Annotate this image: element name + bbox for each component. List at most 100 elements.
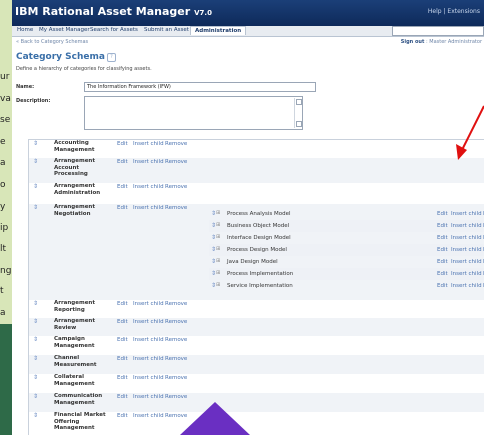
description-field[interactable] (84, 96, 303, 130)
child-row: ⇕ ⊞ Service Implementation Edit Insert c… (209, 280, 484, 292)
edit-link[interactable]: Edit (437, 235, 448, 241)
move-arrows-icon[interactable]: ⇕ (33, 301, 39, 307)
remove-link[interactable]: Remove (165, 141, 187, 147)
child-label: Process Implementation (227, 271, 294, 277)
move-arrows-icon[interactable]: ⇕ (33, 159, 39, 165)
move-arrows-icon[interactable]: ⇕ (33, 375, 39, 381)
table-row: ⇕ Campaign Management Edit Insert child … (29, 336, 484, 355)
insert-child-link[interactable]: Insert child (133, 394, 164, 400)
child-label: Service Implementation (227, 283, 293, 289)
table-row: ⇕ Arrangement Review Edit Insert child R… (29, 318, 484, 336)
page-description: Define a hierarchy of categories for cla… (16, 66, 152, 72)
slide-text-fragment: va (0, 94, 11, 104)
insert-child-link[interactable]: Insert child (451, 283, 482, 289)
edit-link[interactable]: Edit (437, 223, 448, 229)
tab-my-asset-manager[interactable]: My Asset Manager (39, 27, 90, 33)
slide-text-fragment: t (0, 286, 4, 296)
help-link[interactable]: Help | Extensions (428, 8, 480, 15)
tab-search-for-assets[interactable]: Search for Assets (90, 27, 138, 33)
slide-text-fragment: a (0, 158, 6, 168)
edit-link[interactable]: Edit (117, 356, 128, 362)
back-to-category-schemas-link[interactable]: « Back to Category Schemas (16, 39, 88, 45)
remove-link[interactable]: Remove (165, 319, 187, 325)
move-arrows-icon[interactable]: ⇕ (33, 319, 39, 325)
edit-link[interactable]: Edit (117, 159, 128, 165)
slide-text-fragment: ip (0, 223, 9, 233)
move-arrows-icon[interactable]: ⇕ (33, 394, 39, 400)
table-row: ⇕ Collateral Management Edit Insert chil… (29, 374, 484, 393)
category-label: Collateral Management (54, 374, 95, 387)
tab-home[interactable]: Home (17, 27, 33, 33)
child-row: ⇕ ⊞ Java Design Model Edit Insert child … (209, 256, 484, 268)
move-arrows-icon[interactable]: ⇕ (33, 205, 39, 211)
move-arrows-icon[interactable]: ⇕ (33, 356, 39, 362)
tree-node-icon: ⊞ (216, 282, 221, 288)
edit-link[interactable]: Edit (117, 375, 128, 381)
insert-child-link[interactable]: Insert child (133, 301, 164, 307)
app-title: IBM Rational Asset Manager V7.0 (15, 5, 212, 18)
table-row: ⇕ Arrangement Account Processing Edit In… (29, 158, 484, 183)
edit-link[interactable]: Edit (117, 301, 128, 307)
edit-link[interactable]: Edit (117, 184, 128, 190)
edit-link[interactable]: Edit (117, 205, 128, 211)
insert-child-link[interactable]: Insert child (133, 159, 164, 165)
insert-child-link[interactable]: Insert child (451, 247, 482, 253)
sign-out-link[interactable]: Sign out (401, 39, 425, 45)
remove-link[interactable]: Remove (165, 394, 187, 400)
category-label: Channel Measurement (54, 355, 97, 368)
move-arrows-icon[interactable]: ⇕ (33, 413, 39, 419)
description-scrollbar[interactable] (294, 98, 302, 128)
category-label: Arrangement Administration (54, 183, 101, 196)
slide-text-fragment: a (0, 308, 6, 318)
remove-link[interactable]: Remove (165, 301, 187, 307)
insert-child-link[interactable]: Insert child (133, 184, 164, 190)
search-input[interactable] (392, 26, 484, 36)
sign-out-area: Sign out : Master Administrator (400, 39, 482, 45)
remove-link[interactable]: Remove (165, 337, 187, 343)
child-row: ⇕ ⊞ Process Analysis Model Edit Insert c… (209, 208, 484, 220)
tab-submit-an-asset[interactable]: Submit an Asset (144, 27, 189, 33)
insert-child-link[interactable]: Insert child (451, 223, 482, 229)
insert-child-link[interactable]: Insert child (133, 141, 164, 147)
page-title: Category Schema? (16, 52, 116, 62)
insert-child-link[interactable]: Insert child (133, 375, 164, 381)
insert-child-link[interactable]: Insert child (133, 356, 164, 362)
table-row: ⇕ Arrangement Reporting Edit Insert chil… (29, 300, 484, 318)
edit-link[interactable]: Edit (437, 271, 448, 277)
remove-link[interactable]: Remove (165, 356, 187, 362)
insert-child-link[interactable]: Insert child (133, 337, 164, 343)
main-nav: Home My Asset Manager Search for Assets … (12, 26, 484, 37)
edit-link[interactable]: Edit (437, 283, 448, 289)
remove-link[interactable]: Remove (165, 375, 187, 381)
edit-link[interactable]: Edit (117, 394, 128, 400)
remove-link[interactable]: Remove (165, 159, 187, 165)
tab-administration[interactable]: Administration (190, 26, 247, 35)
move-arrows-icon[interactable]: ⇕ (33, 337, 39, 343)
remove-link[interactable]: Remove (165, 184, 187, 190)
edit-link[interactable]: Edit (437, 211, 448, 217)
edit-link[interactable]: Edit (117, 337, 128, 343)
category-table: ⇕ Accounting Management Edit Insert chil… (28, 139, 484, 435)
help-icon[interactable]: ? (106, 53, 116, 62)
move-arrows-icon[interactable]: ⇕ (33, 184, 39, 190)
insert-child-link[interactable]: Insert child (133, 319, 164, 325)
insert-child-link[interactable]: Insert child (133, 205, 164, 211)
insert-child-link[interactable]: Insert child (451, 211, 482, 217)
edit-link[interactable]: Edit (117, 319, 128, 325)
child-row: ⇕ ⊞ Interface Design Model Edit Insert c… (209, 232, 484, 244)
edit-link[interactable]: Edit (117, 413, 128, 419)
name-field[interactable]: The Information Framework (IFW) (84, 82, 316, 92)
category-label: Accounting Management (54, 140, 95, 153)
insert-child-link[interactable]: Insert child (133, 413, 164, 419)
insert-child-link[interactable]: Insert child (451, 235, 482, 241)
edit-link[interactable]: Edit (437, 259, 448, 265)
edit-link[interactable]: Edit (117, 141, 128, 147)
remove-link[interactable]: Remove (165, 205, 187, 211)
insert-child-link[interactable]: Insert child (451, 259, 482, 265)
insert-child-link[interactable]: Insert child (451, 271, 482, 277)
edit-link[interactable]: Edit (437, 247, 448, 253)
table-row: ⇕ Arrangement Administration Edit Insert… (29, 183, 484, 204)
move-arrows-icon[interactable]: ⇕ (33, 141, 39, 147)
user-name: Master Administrator (429, 39, 482, 45)
child-label: Business Object Model (227, 223, 290, 229)
